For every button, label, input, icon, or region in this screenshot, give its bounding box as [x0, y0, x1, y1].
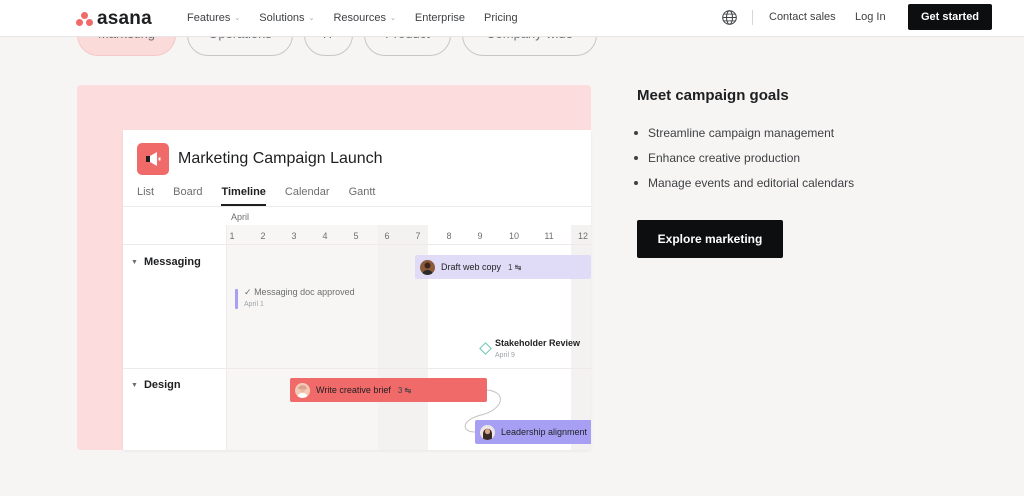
explore-marketing-button[interactable]: Explore marketing — [637, 220, 783, 258]
bullet-icon — [634, 130, 638, 135]
feature-list-item: Streamline campaign management — [634, 125, 854, 140]
asana-logo[interactable]: asana — [76, 8, 152, 30]
chevron-down-icon: ⌄ — [234, 14, 241, 22]
nav-enterprise-label: Enterprise — [414, 11, 466, 24]
section-messaging[interactable]: ▼ Messaging — [131, 256, 201, 268]
nav-solutions-label: Solutions — [259, 11, 305, 24]
avatar — [420, 259, 435, 275]
subtask-icon: ↹ — [404, 385, 412, 395]
timeline-bg — [226, 225, 378, 450]
day-label: 9 — [477, 231, 483, 241]
day-label: 8 — [446, 231, 452, 241]
day-label: 7 — [415, 231, 421, 241]
feature-text: Streamline campaign management — [648, 125, 835, 140]
subtask-count-value: 1 — [508, 262, 513, 272]
header-divider — [123, 244, 591, 245]
nav-links: Features ⌄ Solutions ⌄ Resources ⌄ Enterpri… — [187, 0, 537, 35]
section-messaging-label: Messaging — [143, 256, 201, 268]
contact-sales-link[interactable]: Contact sales — [769, 11, 836, 23]
project-card: Marketing Campaign Launch List Board Tim… — [123, 130, 591, 450]
column-divider — [226, 225, 227, 450]
subtask-count: 3 ↹ — [398, 386, 411, 395]
nav-enterprise[interactable]: Enterprise — [415, 12, 465, 24]
feature-text: Manage events and editorial calendars — [648, 175, 855, 190]
day-label: 6 — [384, 231, 390, 241]
note-label-text: Messaging doc approved — [254, 287, 355, 297]
day-label: 5 — [353, 231, 359, 241]
day-label: 1 — [229, 231, 235, 241]
caret-down-icon: ▼ — [131, 258, 138, 266]
nav-resources[interactable]: Resources ⌄ — [333, 12, 395, 24]
check-icon: ✓ — [244, 287, 252, 297]
project-tabs: List Board Timeline Calendar Gantt — [137, 186, 394, 206]
milestone-label: Stakeholder Review — [495, 338, 581, 348]
task-label: Leadership alignment — [501, 427, 588, 437]
tab-gantt[interactable]: Gantt — [349, 186, 376, 206]
caret-down-icon: ▼ — [131, 381, 138, 389]
logo-text: asana — [97, 8, 152, 29]
day-label: 3 — [291, 231, 297, 241]
tab-calendar[interactable]: Calendar — [285, 186, 330, 206]
feature-list: Streamline campaign management Enhance c… — [634, 125, 854, 200]
feature-text: Enhance creative production — [648, 150, 801, 165]
megaphone-icon — [137, 143, 169, 175]
task-label: Draft web copy — [441, 262, 502, 272]
bullet-icon — [634, 180, 638, 185]
nav-features[interactable]: Features ⌄ — [187, 12, 240, 24]
task-draft-web-copy[interactable]: Draft web copy 1 ↹ — [415, 255, 591, 279]
subtask-count: 1 ↹ — [508, 263, 521, 272]
feature-list-item: Enhance creative production — [634, 150, 854, 165]
task-label: Write creative brief — [316, 385, 391, 395]
tabs-divider — [123, 206, 591, 207]
nav-pricing[interactable]: Pricing — [484, 12, 518, 24]
tab-board[interactable]: Board — [173, 186, 202, 206]
tab-timeline[interactable]: Timeline — [221, 186, 266, 206]
day-label: 10 — [508, 231, 519, 241]
feature-list-item: Manage events and editorial calendars — [634, 175, 854, 190]
globe-icon[interactable] — [721, 9, 738, 26]
milestone-date: April 9 — [495, 352, 515, 359]
section-design[interactable]: ▼ Design — [131, 379, 181, 391]
asana-logo-icon — [76, 12, 93, 26]
top-nav: asana Features ⌄ Solutions ⌄ Resources ⌄ En… — [0, 0, 1024, 37]
section-heading: Meet campaign goals — [637, 87, 789, 104]
subtask-count-value: 3 — [397, 385, 403, 395]
nav-features-label: Features — [187, 11, 231, 24]
note-accent — [235, 289, 238, 309]
chevron-down-icon: ⌄ — [390, 14, 396, 22]
nav-pricing-label: Pricing — [484, 11, 518, 24]
note-label: ✓ Messaging doc approved — [244, 287, 355, 298]
section-design-label: Design — [143, 379, 181, 391]
day-label: 12 — [577, 231, 588, 241]
avatar — [480, 424, 495, 440]
day-label: 4 — [322, 231, 328, 241]
get-started-button[interactable]: Get started — [908, 4, 992, 30]
note-date: April 1 — [244, 301, 264, 308]
chevron-down-icon: ⌄ — [308, 14, 315, 22]
subtask-icon: ↹ — [514, 262, 522, 272]
tab-list[interactable]: List — [137, 186, 154, 206]
day-label: 2 — [260, 231, 266, 241]
task-leadership-alignment[interactable]: Leadership alignment — [475, 420, 591, 444]
nav-divider — [752, 10, 753, 25]
milestone-diamond-icon[interactable] — [479, 342, 492, 355]
nav-solutions[interactable]: Solutions ⌄ — [259, 12, 314, 24]
day-label: 11 — [544, 231, 554, 241]
month-label: April — [231, 212, 250, 222]
section-divider — [123, 368, 591, 369]
task-write-creative-brief[interactable]: Write creative brief 3 ↹ — [290, 378, 487, 402]
nav-resources-label: Resources — [333, 11, 387, 24]
avatar — [295, 382, 310, 398]
bullet-icon — [634, 155, 638, 160]
log-in-link[interactable]: Log In — [855, 11, 886, 23]
project-title: Marketing Campaign Launch — [178, 150, 383, 167]
